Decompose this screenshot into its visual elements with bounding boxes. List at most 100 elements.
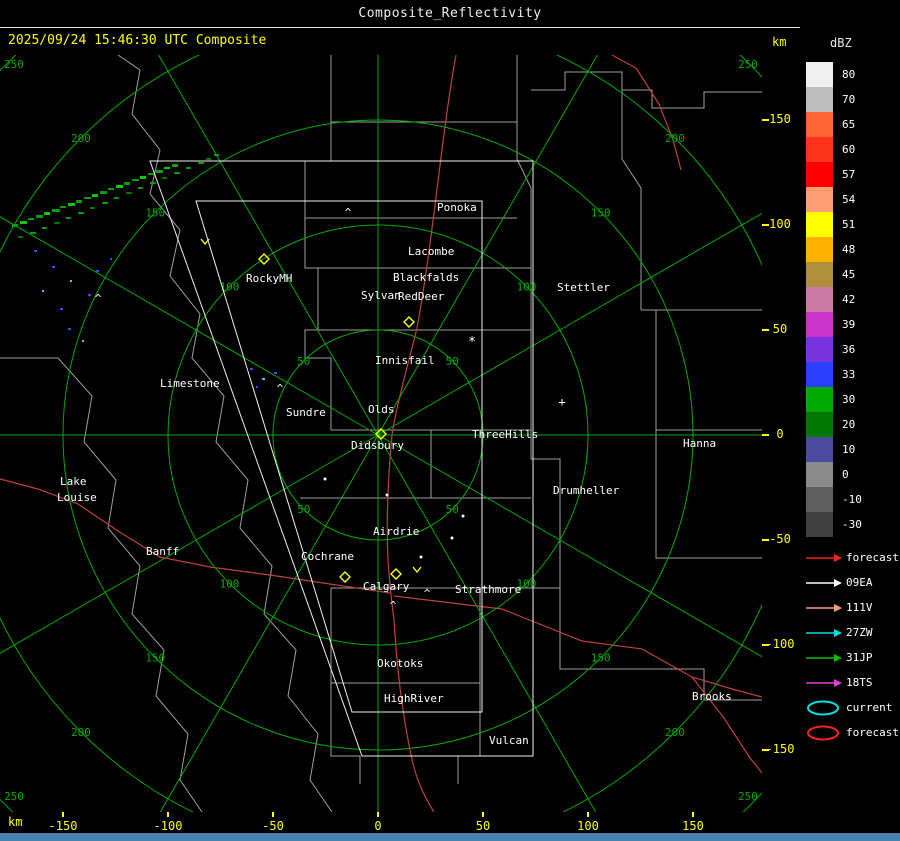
legend-label: 111V bbox=[846, 601, 873, 614]
motion-arrow-icon bbox=[804, 548, 844, 568]
precip-echo bbox=[110, 258, 112, 260]
dbz-scale-row: 10 bbox=[806, 437, 862, 462]
precip-echo bbox=[52, 266, 55, 268]
dbz-swatch bbox=[806, 462, 833, 487]
dbz-swatch bbox=[806, 237, 833, 262]
right-axis-label: 50 bbox=[772, 322, 788, 336]
ring-distance-label: 200 bbox=[71, 726, 91, 739]
city-label: Ponoka bbox=[437, 201, 477, 214]
city-label: ThreeHills bbox=[472, 428, 538, 441]
precip-echo bbox=[28, 218, 34, 220]
dbz-scale-row: 45 bbox=[806, 262, 862, 287]
scale-title: dBZ bbox=[830, 36, 852, 50]
precip-echo bbox=[78, 212, 84, 214]
city-label: Brooks bbox=[692, 690, 732, 703]
dbz-scale: 80 70 65 60 57 54 51 48 45 42 39 36 33 30 20 10 0 -10 -30 bbox=[806, 62, 862, 537]
dbz-scale-row: 48 bbox=[806, 237, 862, 262]
precip-echo bbox=[96, 270, 99, 272]
dbz-value: 33 bbox=[842, 368, 856, 381]
dbz-value: 70 bbox=[842, 93, 856, 106]
boundary-path bbox=[57, 357, 203, 812]
caret-marker-icon: ^ bbox=[424, 587, 431, 600]
dbz-scale-row: 60 bbox=[806, 137, 862, 162]
bottom-axis-label: -100 bbox=[153, 819, 183, 833]
legend-row: 09EA bbox=[804, 570, 899, 595]
precip-echo bbox=[116, 185, 123, 188]
legend-label: 27ZW bbox=[846, 626, 873, 639]
boundary-path bbox=[330, 588, 361, 784]
precip-echo bbox=[140, 176, 146, 179]
right-axis-label: -150 bbox=[765, 742, 795, 756]
window-title: Composite_Reflectivity bbox=[358, 6, 542, 21]
precip-echo bbox=[60, 308, 63, 310]
precip-echo bbox=[84, 197, 91, 199]
horizontal-scrollbar[interactable] bbox=[0, 833, 900, 841]
city-label: Blackfalds bbox=[393, 271, 459, 284]
arrow-glyph bbox=[806, 678, 842, 687]
ring-distance-label: 200 bbox=[665, 132, 685, 145]
dbz-value: 60 bbox=[842, 143, 856, 156]
ring-distance-label: 150 bbox=[145, 206, 165, 219]
city-label: Lake bbox=[60, 475, 87, 488]
range-spoke bbox=[0, 434, 379, 654]
dbz-swatch bbox=[806, 62, 833, 87]
dbz-scale-row: 42 bbox=[806, 287, 862, 312]
ring-distance-label: 50 bbox=[297, 355, 310, 368]
legend-label: current bbox=[846, 701, 893, 714]
dbz-value: 39 bbox=[842, 318, 856, 331]
bottom-axis-tick bbox=[62, 812, 64, 817]
boundary-path bbox=[304, 122, 332, 430]
chevron-marker-icon bbox=[200, 238, 210, 246]
scan-area-outline bbox=[149, 160, 534, 757]
bottom-axis-tick bbox=[377, 812, 379, 817]
precip-echo bbox=[70, 280, 72, 282]
dbz-scale-row: 33 bbox=[806, 362, 862, 387]
bottom-axis-tick bbox=[482, 812, 484, 817]
dbz-swatch bbox=[806, 487, 833, 512]
radar-map[interactable]: 50 5050 50100 100100 100150 150150 150200 20020… bbox=[0, 55, 762, 812]
precip-echo bbox=[214, 154, 219, 156]
boundary-path bbox=[457, 588, 481, 784]
precip-echo bbox=[262, 378, 265, 380]
precip-echo bbox=[42, 290, 44, 292]
precip-echo bbox=[114, 197, 119, 199]
dbz-swatch bbox=[806, 412, 833, 437]
precip-echo bbox=[20, 221, 27, 224]
dbz-swatch bbox=[806, 512, 833, 537]
dbz-value: 54 bbox=[842, 193, 856, 206]
bottom-axis-label: -50 bbox=[262, 819, 284, 833]
ring-distance-label: 50 bbox=[297, 503, 310, 516]
boundary-path bbox=[330, 55, 517, 123]
precip-echo bbox=[34, 250, 37, 252]
ellipse-icon bbox=[804, 698, 844, 718]
plus-marker-icon: + bbox=[558, 395, 565, 409]
range-spoke bbox=[158, 55, 379, 436]
dot-marker-icon bbox=[461, 514, 465, 518]
radar-site-icon bbox=[339, 571, 351, 583]
precip-echo bbox=[60, 206, 66, 208]
star-marker-icon: * bbox=[468, 335, 476, 350]
bottom-axis-label: 100 bbox=[577, 819, 599, 833]
dbz-scale-row: 57 bbox=[806, 162, 862, 187]
dbz-swatch bbox=[806, 162, 833, 187]
dbz-swatch bbox=[806, 137, 833, 162]
legend-label: forecast bbox=[846, 726, 899, 739]
dbz-swatch bbox=[806, 362, 833, 387]
city-label: Stettler bbox=[557, 281, 610, 294]
legend-label: 18TS bbox=[846, 676, 873, 689]
bottom-axis-label: 0 bbox=[374, 819, 382, 833]
dbz-swatch bbox=[806, 262, 833, 287]
right-axis-label: -50 bbox=[769, 532, 791, 546]
dbz-scale-row: 30 bbox=[806, 387, 862, 412]
city-label: Innisfail bbox=[375, 354, 435, 367]
precip-echo bbox=[68, 203, 75, 206]
title-bar: Composite_Reflectivity bbox=[0, 0, 900, 28]
dbz-scale-row: 51 bbox=[806, 212, 862, 237]
dbz-scale-row: -30 bbox=[806, 512, 862, 537]
right-axis-label: 150 bbox=[769, 112, 791, 126]
right-axis-unit: km bbox=[772, 35, 787, 49]
bottom-axis-tick bbox=[692, 812, 694, 817]
ellipse-glyph bbox=[807, 725, 839, 740]
precip-echo bbox=[18, 236, 23, 238]
boundary-path bbox=[531, 458, 561, 588]
